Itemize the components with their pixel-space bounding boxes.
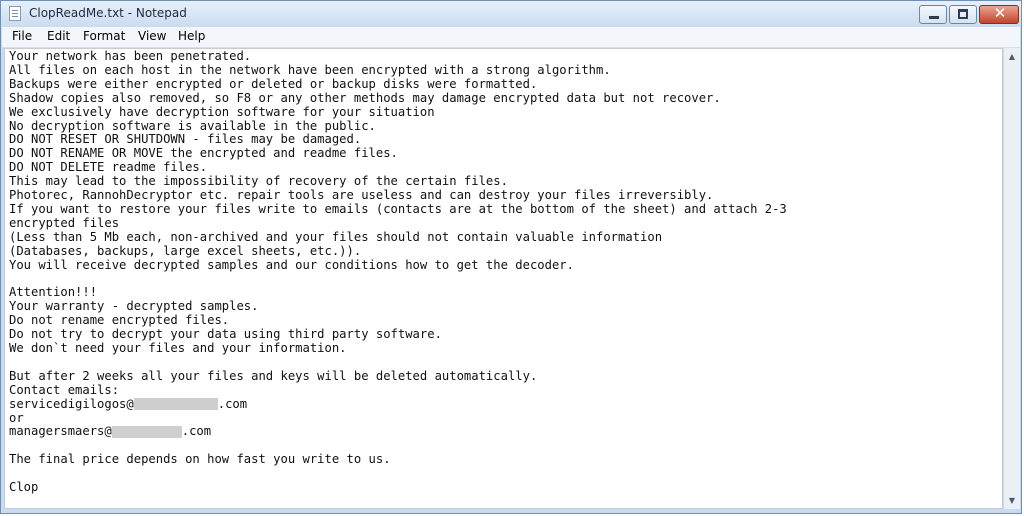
title-bar[interactable]: ClopReadMe.txt - Notepad ✕	[1, 1, 1021, 27]
notepad-icon	[9, 6, 21, 21]
minimize-icon	[929, 16, 939, 19]
text-editor[interactable]: Your network has been penetrated. All fi…	[4, 48, 1003, 509]
email2-prefix: managersmaers@	[9, 424, 112, 439]
maximize-button[interactable]	[949, 5, 977, 24]
menu-file[interactable]: File	[12, 29, 32, 43]
redaction-block	[133, 398, 218, 411]
menu-help[interactable]: Help	[178, 29, 205, 43]
menu-format[interactable]: Format	[83, 29, 125, 43]
close-icon: ✕	[993, 4, 1007, 22]
window-title: ClopReadMe.txt - Notepad	[29, 6, 187, 20]
email1-suffix: .com	[217, 396, 248, 411]
scroll-up-icon[interactable]: ▲	[1004, 48, 1020, 65]
menu-edit[interactable]: Edit	[47, 29, 70, 43]
notepad-window: ClopReadMe.txt - Notepad ✕ File Edit For…	[0, 0, 1022, 514]
menu-bar: File Edit Format View Help	[2, 27, 1020, 48]
menu-view[interactable]: View	[138, 29, 166, 43]
ransom-note-footer: The final price depends on how fast you …	[9, 452, 391, 495]
ransom-note-body: Your network has been penetrated. All fi…	[9, 49, 787, 397]
minimize-button[interactable]	[919, 5, 947, 24]
or-line: or	[9, 410, 24, 425]
document-text: Your network has been penetrated. All fi…	[9, 49, 787, 495]
email2-suffix: .com	[181, 424, 212, 439]
maximize-icon	[958, 9, 968, 19]
vertical-scrollbar[interactable]: ▲ ▼	[1003, 48, 1020, 509]
email1-prefix: servicedigilogos@	[9, 396, 134, 411]
scroll-down-icon[interactable]: ▼	[1004, 492, 1020, 509]
close-button[interactable]: ✕	[979, 4, 1019, 24]
redaction-block	[111, 425, 182, 438]
